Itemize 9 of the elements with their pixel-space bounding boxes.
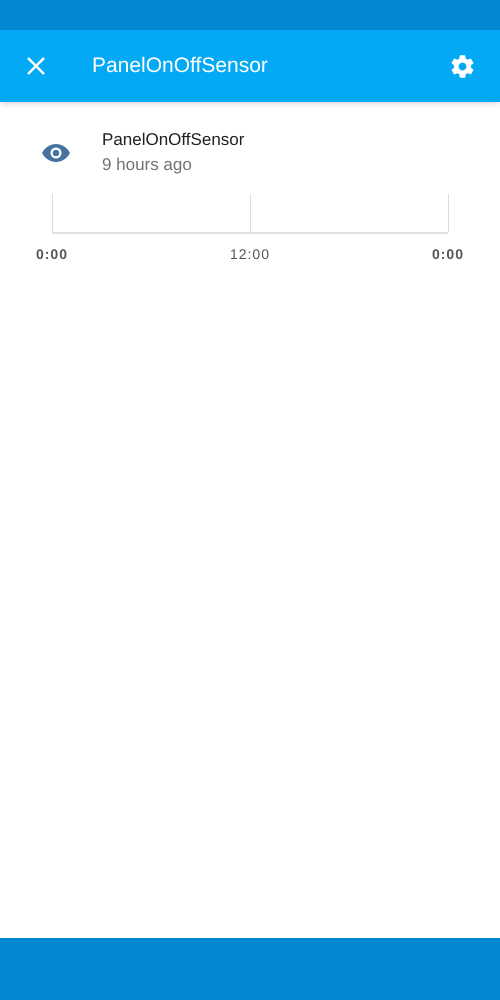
close-icon bbox=[26, 56, 46, 76]
last-changed: 9 hours ago bbox=[102, 154, 193, 176]
axis-label: 0:00 bbox=[432, 245, 464, 264]
axis-label: 12:00 bbox=[230, 245, 270, 264]
axis-label: 0:00 bbox=[36, 245, 68, 264]
eye-icon bbox=[41, 143, 71, 163]
dialog-title: PanelOnOffSensor bbox=[92, 53, 268, 80]
settings-icon bbox=[448, 52, 476, 80]
entity-name: PanelOnOffSensor bbox=[102, 129, 244, 151]
